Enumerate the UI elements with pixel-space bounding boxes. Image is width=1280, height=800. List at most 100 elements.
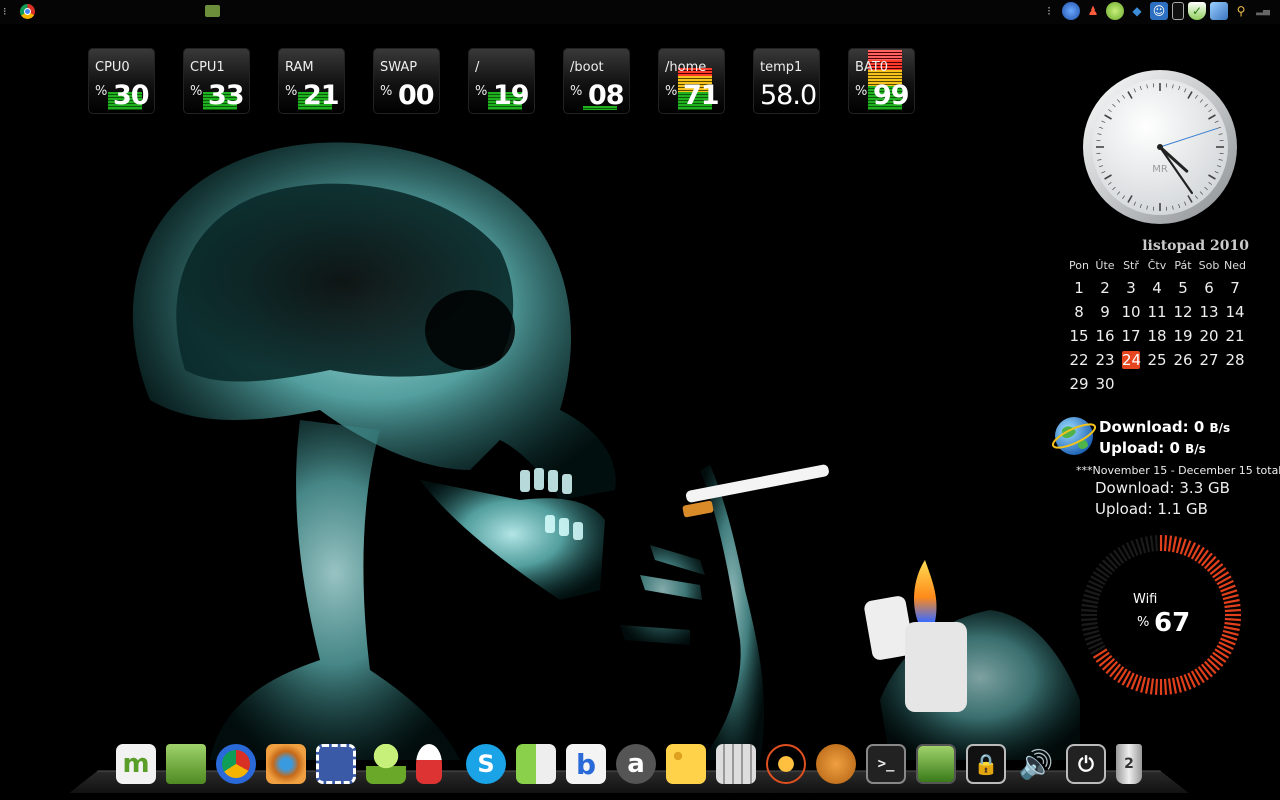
calendar-day[interactable]: 16: [1092, 324, 1118, 348]
calendar-weekday: Pát: [1174, 259, 1192, 272]
meter-cpu0: CPU0% 30: [88, 48, 155, 114]
user-icon[interactable]: ♟: [1084, 2, 1102, 20]
pidgin-icon[interactable]: [366, 744, 406, 784]
meter-unit: %: [665, 84, 678, 99]
calendar-day[interactable]: 14: [1222, 300, 1248, 324]
calendar-day[interactable]: 15: [1066, 324, 1092, 348]
calendar-day[interactable]: 23: [1092, 348, 1118, 372]
meter-label: CPU1: [190, 60, 225, 75]
meter-unit: %: [570, 84, 583, 99]
calendar-weekday: Čtv: [1147, 259, 1167, 272]
wifi-gauge-tick: [1224, 603, 1241, 609]
chrome-icon[interactable]: [216, 744, 256, 784]
folder-icon[interactable]: [166, 744, 206, 784]
cheese-icon[interactable]: [666, 744, 706, 784]
meter-label: /home: [665, 60, 707, 75]
calendar-day[interactable]: 2: [1092, 276, 1118, 300]
analog-clock: MR: [1083, 70, 1237, 224]
calendar-day[interactable]: 19: [1170, 324, 1196, 348]
meter-label: /boot: [570, 60, 604, 75]
calendar-day[interactable]: 22: [1066, 348, 1092, 372]
meter-ram: RAM% 21: [278, 48, 345, 114]
calendar-day[interactable]: 30: [1092, 372, 1118, 396]
meter-label: /: [475, 60, 480, 75]
eye-of-gnome-icon[interactable]: [266, 744, 306, 784]
cat-icon[interactable]: [816, 744, 856, 784]
calendar-day[interactable]: 28: [1222, 348, 1248, 372]
skype-icon[interactable]: S: [466, 744, 506, 784]
download-unit: B/s: [1209, 421, 1231, 435]
calendar-day[interactable]: 26: [1170, 348, 1196, 372]
trash-icon[interactable]: 2: [1116, 744, 1142, 784]
wifi-gauge-tick: [1222, 594, 1239, 601]
wifi-label: Wifi: [1133, 592, 1158, 607]
folder-launcher-icon[interactable]: [205, 5, 220, 17]
wifi-gauge-tick: [1149, 678, 1155, 695]
volume-icon[interactable]: 🔊: [1016, 744, 1056, 784]
meter-unit: %: [190, 84, 203, 99]
calendar-weekday: Stř: [1123, 259, 1139, 272]
mint-menu-icon[interactable]: m: [116, 744, 156, 784]
search-icon[interactable]: ⚲: [1232, 2, 1250, 20]
lock-icon[interactable]: 🔒: [966, 744, 1006, 784]
shield-icon[interactable]: ✓: [1188, 2, 1206, 20]
power-icon[interactable]: ⏻: [1066, 744, 1106, 784]
desktop-icon[interactable]: [916, 744, 956, 784]
calendar-day[interactable]: 11: [1144, 300, 1170, 324]
calendar-day[interactable]: 12: [1170, 300, 1196, 324]
wifi-gauge-tick: [1140, 537, 1147, 554]
phone-sms-icon[interactable]: [516, 744, 556, 784]
globe-icon: [1052, 417, 1096, 455]
accessibility-icon[interactable]: ☺: [1150, 2, 1168, 20]
calendar-grid: Pon Úte Stř Čtv Pát Sob Ned 1 2 3 4 5 6 7 8 9 10 11 12 13 14…: [1066, 256, 1252, 396]
blogger-icon[interactable]: b: [566, 744, 606, 784]
total-upload: Upload: 1.1 GB: [1095, 500, 1208, 518]
meter-value: 21: [303, 80, 340, 111]
calendar-day[interactable]: 21: [1222, 324, 1248, 348]
wifi-gauge-tick: [1083, 594, 1100, 601]
calendar-day[interactable]: 8: [1066, 300, 1092, 324]
amarok-icon[interactable]: a: [616, 744, 656, 784]
calendar-day[interactable]: 9: [1092, 300, 1118, 324]
meter-bat0: BAT0% 99: [848, 48, 915, 114]
download-speed: Download: 0 B/s: [1099, 418, 1230, 436]
calendar-day[interactable]: 1: [1066, 276, 1092, 300]
meter-unit: %: [380, 84, 393, 99]
upload-unit: B/s: [1185, 442, 1206, 456]
network-icon[interactable]: [1210, 2, 1228, 20]
wifi-gauge-tick: [1083, 629, 1100, 636]
calculator-icon[interactable]: [716, 744, 756, 784]
calendar-day[interactable]: 27: [1196, 348, 1222, 372]
meter-temp1: temp1 58.0: [753, 48, 820, 114]
calendar-day[interactable]: 20: [1196, 324, 1222, 348]
calendar-day[interactable]: 17: [1118, 324, 1144, 348]
calendar-day[interactable]: 13: [1196, 300, 1222, 324]
stellarium-icon[interactable]: [766, 744, 806, 784]
chrome-launcher-icon[interactable]: [20, 4, 35, 19]
panel-menu-icon[interactable]: ⁝: [3, 5, 7, 18]
calendar-today[interactable]: 24: [1122, 351, 1141, 369]
pidgin-icon[interactable]: [1106, 2, 1124, 20]
wifi-gauge-tick: [1140, 676, 1147, 693]
terminal-icon[interactable]: >_: [866, 744, 906, 784]
tray-menu-icon[interactable]: ⁝: [1040, 2, 1058, 20]
calendar-day[interactable]: 6: [1196, 276, 1222, 300]
wifi-gauge-tick: [1082, 598, 1099, 605]
rocket-icon[interactable]: [416, 744, 442, 784]
calendar-day[interactable]: 4: [1144, 276, 1170, 300]
calendar-day[interactable]: 10: [1118, 300, 1144, 324]
calendar-day[interactable]: 25: [1144, 348, 1170, 372]
calendar-day[interactable]: 3: [1118, 276, 1144, 300]
thunderbird-icon[interactable]: [1062, 2, 1080, 20]
wifi-gauge-tick: [1175, 537, 1182, 554]
calendar-day[interactable]: 18: [1144, 324, 1170, 348]
calendar-day[interactable]: 5: [1170, 276, 1196, 300]
signal-icon[interactable]: ▂▄: [1254, 2, 1272, 20]
meter-value: 19: [493, 80, 530, 111]
mail-stamp-icon[interactable]: [316, 744, 356, 784]
battery-icon[interactable]: [1172, 2, 1184, 20]
dropbox-icon[interactable]: ◆: [1128, 2, 1146, 20]
calendar-day[interactable]: 7: [1222, 276, 1248, 300]
calendar-day[interactable]: 29: [1066, 372, 1092, 396]
meter-cpu1: CPU1% 33: [183, 48, 250, 114]
